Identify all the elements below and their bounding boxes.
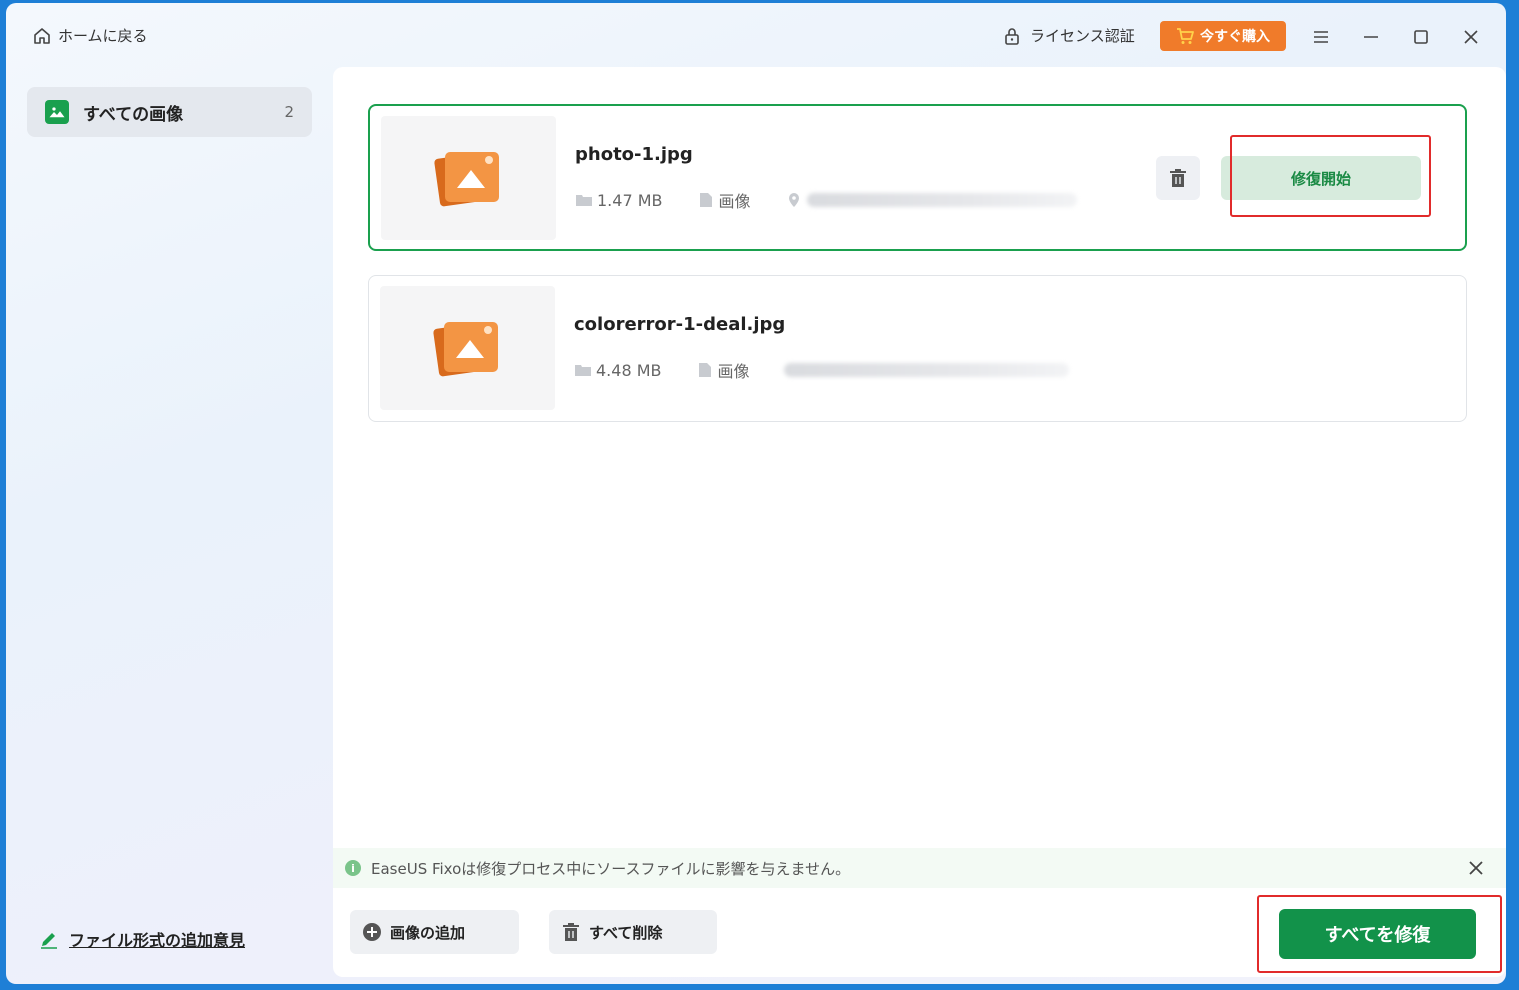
file-size: 1.47 MB xyxy=(575,191,663,210)
add-image-button[interactable]: 画像の追加 xyxy=(350,910,519,954)
folder-icon xyxy=(576,195,592,206)
file-meta: 1.47 MB 画像 xyxy=(575,188,1111,212)
info-notice: i EaseUS Fixoは修復プロセス中にソースファイルに影響を与えません。 xyxy=(333,848,1506,888)
app-window: ホームに戻る ライセンス認証 今すぐ購入 すべての画像 2 ファイル形式の追加意… xyxy=(6,3,1506,984)
file-size: 4.48 MB xyxy=(574,361,662,380)
maximize-button[interactable] xyxy=(1407,23,1435,51)
sidebar-item-label: すべての画像 xyxy=(83,104,184,125)
maximize-icon xyxy=(1414,30,1428,44)
plus-circle-icon xyxy=(363,923,381,941)
file-card[interactable]: photo-1.jpg 1.47 MB 画像 修復開始 xyxy=(368,104,1467,251)
home-icon xyxy=(34,27,50,44)
blurred-path xyxy=(783,363,1069,377)
lock-icon xyxy=(1005,27,1019,45)
document-icon xyxy=(698,363,711,377)
minimize-icon xyxy=(1364,36,1378,38)
minimize-button[interactable] xyxy=(1357,23,1385,51)
file-thumbnail xyxy=(380,286,555,410)
trash-icon xyxy=(1170,169,1186,187)
close-button[interactable] xyxy=(1457,23,1485,51)
start-repair-button[interactable]: 修復開始 xyxy=(1221,156,1421,200)
file-name: photo-1.jpg xyxy=(575,144,693,165)
delete-all-button[interactable]: すべて削除 xyxy=(549,910,717,954)
file-type: 画像 xyxy=(696,358,750,382)
trash-icon xyxy=(563,923,579,941)
home-button[interactable]: ホームに戻る xyxy=(32,25,148,46)
file-list-panel: photo-1.jpg 1.47 MB 画像 修復開始 colorerror-1… xyxy=(333,67,1506,977)
format-feedback-link[interactable]: ファイル形式の追加意見 xyxy=(39,927,245,951)
blurred-path xyxy=(806,193,1077,207)
format-feedback-label: ファイル形式の追加意見 xyxy=(69,931,246,950)
file-thumbnail xyxy=(381,116,556,240)
folder-icon xyxy=(575,365,591,376)
file-path xyxy=(785,192,1077,208)
image-file-icon xyxy=(432,322,498,377)
location-pin-icon xyxy=(788,193,799,207)
home-label: ホームに戻る xyxy=(58,27,148,45)
notice-text: EaseUS Fixoは修復プロセス中にソースファイルに影響を与えません。 xyxy=(371,859,851,878)
document-icon xyxy=(699,193,712,207)
delete-file-button[interactable] xyxy=(1156,156,1200,200)
title-bar: ホームに戻る ライセンス認証 今すぐ購入 xyxy=(6,3,1506,67)
file-card[interactable]: colorerror-1-deal.jpg 4.48 MB 画像 xyxy=(368,275,1467,422)
file-type: 画像 xyxy=(697,188,751,212)
license-button[interactable]: ライセンス認証 xyxy=(1002,25,1135,46)
image-file-icon xyxy=(433,152,499,207)
sidebar-item-count: 2 xyxy=(284,103,294,121)
pencil-icon xyxy=(41,933,57,949)
menu-button[interactable] xyxy=(1307,23,1335,51)
close-notice-icon[interactable] xyxy=(1466,858,1486,878)
image-icon xyxy=(45,100,69,124)
buy-now-button[interactable]: 今すぐ購入 xyxy=(1160,21,1286,51)
buy-now-label: 今すぐ購入 xyxy=(1200,29,1270,45)
info-icon: i xyxy=(345,860,361,876)
cart-icon xyxy=(1177,28,1194,44)
repair-all-button[interactable]: すべてを修復 xyxy=(1279,909,1476,959)
close-icon xyxy=(1464,30,1478,44)
hamburger-icon xyxy=(1314,31,1328,43)
file-meta: 4.48 MB 画像 xyxy=(574,358,1103,382)
file-path xyxy=(783,363,1069,377)
sidebar-item-all-images[interactable]: すべての画像 2 xyxy=(27,87,312,137)
file-name: colorerror-1-deal.jpg xyxy=(574,314,786,335)
license-label: ライセンス認証 xyxy=(1030,27,1135,45)
